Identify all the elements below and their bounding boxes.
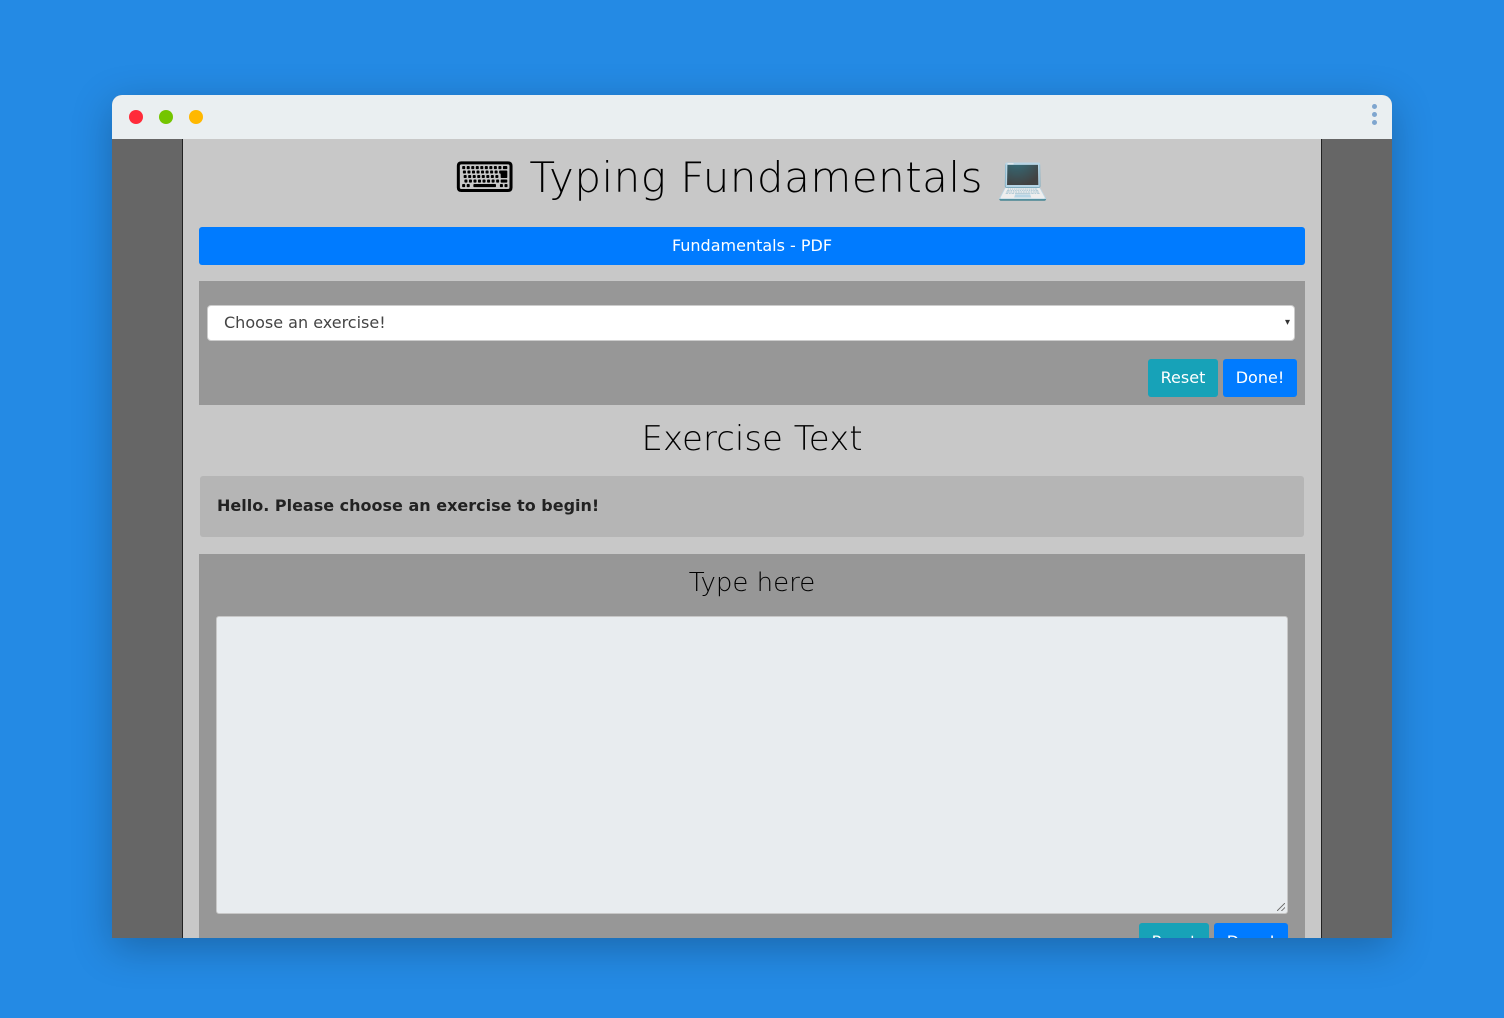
typing-textarea[interactable]: [216, 616, 1288, 914]
exercise-select[interactable]: Choose an exercise! ▾: [207, 305, 1295, 341]
app-container: ⌨ Typing Fundamentals 💻 Fundamentals - P…: [182, 139, 1322, 938]
resize-handle-icon[interactable]: [1277, 903, 1285, 911]
typing-reset-button[interactable]: Reset: [1139, 923, 1209, 938]
close-window-button[interactable]: [129, 110, 143, 124]
exercise-selector-panel: Choose an exercise! ▾ Reset Done!: [199, 281, 1305, 405]
page-title: ⌨ Typing Fundamentals 💻: [454, 153, 1050, 202]
window-titlebar: [112, 95, 1392, 139]
reset-button[interactable]: Reset: [1148, 359, 1218, 397]
typing-panel: Type here Reset Done!: [199, 554, 1305, 938]
kebab-menu-icon[interactable]: [1370, 104, 1378, 130]
chevron-down-icon: ▾: [1284, 317, 1290, 328]
exercise-text-heading: Exercise Text: [641, 419, 863, 459]
typing-done-button[interactable]: Done!: [1214, 923, 1288, 938]
maximize-window-button[interactable]: [159, 110, 173, 124]
minimize-window-button[interactable]: [189, 110, 203, 124]
type-here-heading: Type here: [688, 568, 816, 598]
exercise-text-box: Hello. Please choose an exercise to begi…: [200, 476, 1304, 537]
done-button[interactable]: Done!: [1223, 359, 1297, 397]
browser-window: ⌨ Typing Fundamentals 💻 Fundamentals - P…: [112, 95, 1392, 938]
exercise-select-value: Choose an exercise!: [224, 313, 386, 332]
fundamentals-pdf-button[interactable]: Fundamentals - PDF: [199, 227, 1305, 265]
page-viewport[interactable]: ⌨ Typing Fundamentals 💻 Fundamentals - P…: [112, 139, 1392, 938]
